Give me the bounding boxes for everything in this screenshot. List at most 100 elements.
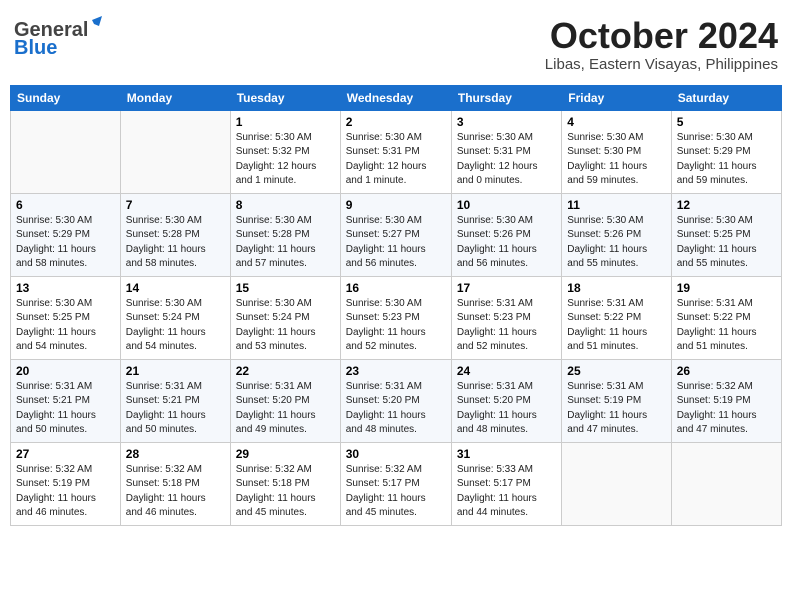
day-info: Sunrise: 5:30 AM Sunset: 5:27 PM Dayligh… bbox=[346, 214, 446, 272]
day-info: Sunrise: 5:30 AM Sunset: 5:28 PM Dayligh… bbox=[236, 214, 335, 272]
day-number: 12 bbox=[677, 198, 776, 212]
day-info: Sunrise: 5:31 AM Sunset: 5:21 PM Dayligh… bbox=[16, 380, 115, 438]
day-number: 29 bbox=[236, 447, 335, 461]
calendar-cell: 17 Sunrise: 5:31 AM Sunset: 5:23 PM Dayli… bbox=[451, 276, 561, 359]
calendar-header: Sunday Monday Tuesday Wednesday Thursday… bbox=[11, 85, 782, 110]
day-info: Sunrise: 5:33 AM Sunset: 5:17 PM Dayligh… bbox=[457, 463, 556, 521]
calendar-week-2: 6Sunrise: 5:30 AM Sunset: 5:29 PM Daylig… bbox=[11, 193, 782, 276]
calendar-cell: 18Sunrise: 5:31 AM Sunset: 5:22 PM Dayli… bbox=[562, 276, 671, 359]
calendar-cell: 3 Sunrise: 5:30 AM Sunset: 5:31 PM Daylig… bbox=[451, 110, 561, 193]
calendar-cell: 10 Sunrise: 5:30 AM Sunset: 5:26 PM Dayli… bbox=[451, 193, 561, 276]
day-number: 27 bbox=[16, 447, 115, 461]
calendar-cell: 5 Sunrise: 5:30 AM Sunset: 5:29 PM Daylig… bbox=[671, 110, 781, 193]
day-info: Sunrise: 5:31 AM Sunset: 5:21 PM Dayligh… bbox=[126, 380, 225, 438]
day-number: 31 bbox=[457, 447, 556, 461]
calendar-cell: 29 Sunrise: 5:32 AM Sunset: 5:18 PM Dayli… bbox=[230, 442, 340, 525]
day-number: 7 bbox=[126, 198, 225, 212]
calendar-cell: 20Sunrise: 5:31 AM Sunset: 5:21 PM Dayli… bbox=[11, 359, 121, 442]
day-info: Sunrise: 5:30 AM Sunset: 5:25 PM Dayligh… bbox=[16, 297, 115, 355]
day-info: Sunrise: 5:32 AM Sunset: 5:17 PM Dayligh… bbox=[346, 463, 446, 521]
calendar-week-4: 20Sunrise: 5:31 AM Sunset: 5:21 PM Dayli… bbox=[11, 359, 782, 442]
calendar-cell: 7Sunrise: 5:30 AM Sunset: 5:28 PM Daylig… bbox=[120, 193, 230, 276]
day-info: Sunrise: 5:30 AM Sunset: 5:25 PM Dayligh… bbox=[677, 214, 776, 272]
calendar-cell: 11Sunrise: 5:30 AM Sunset: 5:26 PM Dayli… bbox=[562, 193, 671, 276]
day-info: Sunrise: 5:32 AM Sunset: 5:18 PM Dayligh… bbox=[236, 463, 335, 521]
day-info: Sunrise: 5:30 AM Sunset: 5:24 PM Dayligh… bbox=[236, 297, 335, 355]
col-saturday: Saturday bbox=[671, 85, 781, 110]
calendar-cell: 31 Sunrise: 5:33 AM Sunset: 5:17 PM Dayli… bbox=[451, 442, 561, 525]
calendar-cell: 27 Sunrise: 5:32 AM Sunset: 5:19 PM Dayli… bbox=[11, 442, 121, 525]
calendar-body: 1Sunrise: 5:30 AM Sunset: 5:32 PM Daylig… bbox=[11, 110, 782, 525]
day-number: 30 bbox=[346, 447, 446, 461]
day-number: 15 bbox=[236, 281, 335, 295]
day-number: 28 bbox=[126, 447, 225, 461]
calendar-table: Sunday Monday Tuesday Wednesday Thursday… bbox=[10, 85, 782, 526]
day-number: 26 bbox=[677, 364, 776, 378]
day-number: 2 bbox=[346, 115, 446, 129]
day-number: 22 bbox=[236, 364, 335, 378]
location-title: Libas, Eastern Visayas, Philippines bbox=[545, 56, 778, 73]
calendar-cell: 12 Sunrise: 5:30 AM Sunset: 5:25 PM Dayli… bbox=[671, 193, 781, 276]
day-number: 17 bbox=[457, 281, 556, 295]
day-number: 16 bbox=[346, 281, 446, 295]
day-info: Sunrise: 5:32 AM Sunset: 5:19 PM Dayligh… bbox=[16, 463, 115, 521]
day-info: Sunrise: 5:31 AM Sunset: 5:20 PM Dayligh… bbox=[457, 380, 556, 438]
day-info: Sunrise: 5:31 AM Sunset: 5:19 PM Dayligh… bbox=[567, 380, 665, 438]
logo: GeneralBlue bbox=[14, 16, 104, 60]
col-friday: Friday bbox=[562, 85, 671, 110]
day-info: Sunrise: 5:30 AM Sunset: 5:24 PM Dayligh… bbox=[126, 297, 225, 355]
calendar-cell: 30 Sunrise: 5:32 AM Sunset: 5:17 PM Dayli… bbox=[340, 442, 451, 525]
calendar-cell: 24 Sunrise: 5:31 AM Sunset: 5:20 PM Dayli… bbox=[451, 359, 561, 442]
day-info: Sunrise: 5:31 AM Sunset: 5:22 PM Dayligh… bbox=[677, 297, 776, 355]
calendar-cell bbox=[120, 110, 230, 193]
calendar-cell: 1Sunrise: 5:30 AM Sunset: 5:32 PM Daylig… bbox=[230, 110, 340, 193]
col-sunday: Sunday bbox=[11, 85, 121, 110]
calendar-cell: 6Sunrise: 5:30 AM Sunset: 5:29 PM Daylig… bbox=[11, 193, 121, 276]
page-header: GeneralBlue October 2024 Libas, Eastern … bbox=[10, 10, 782, 79]
calendar-cell: 25 Sunrise: 5:31 AM Sunset: 5:19 PM Dayli… bbox=[562, 359, 671, 442]
day-info: Sunrise: 5:30 AM Sunset: 5:29 PM Dayligh… bbox=[677, 131, 776, 189]
day-number: 3 bbox=[457, 115, 556, 129]
day-number: 21 bbox=[126, 364, 225, 378]
day-number: 24 bbox=[457, 364, 556, 378]
calendar-cell: 22Sunrise: 5:31 AM Sunset: 5:20 PM Dayli… bbox=[230, 359, 340, 442]
calendar-cell: 8 Sunrise: 5:30 AM Sunset: 5:28 PM Daylig… bbox=[230, 193, 340, 276]
svg-text:Blue: Blue bbox=[14, 37, 57, 59]
day-info: Sunrise: 5:31 AM Sunset: 5:20 PM Dayligh… bbox=[346, 380, 446, 438]
day-number: 19 bbox=[677, 281, 776, 295]
col-tuesday: Tuesday bbox=[230, 85, 340, 110]
day-number: 5 bbox=[677, 115, 776, 129]
calendar-cell: 13 Sunrise: 5:30 AM Sunset: 5:25 PM Dayli… bbox=[11, 276, 121, 359]
calendar-week-5: 27 Sunrise: 5:32 AM Sunset: 5:19 PM Dayli… bbox=[11, 442, 782, 525]
day-info: Sunrise: 5:30 AM Sunset: 5:23 PM Dayligh… bbox=[346, 297, 446, 355]
day-number: 14 bbox=[126, 281, 225, 295]
day-number: 13 bbox=[16, 281, 115, 295]
day-number: 4 bbox=[567, 115, 665, 129]
calendar-week-3: 13 Sunrise: 5:30 AM Sunset: 5:25 PM Dayli… bbox=[11, 276, 782, 359]
calendar-cell: 2 Sunrise: 5:30 AM Sunset: 5:31 PM Daylig… bbox=[340, 110, 451, 193]
header-row: Sunday Monday Tuesday Wednesday Thursday… bbox=[11, 85, 782, 110]
day-number: 10 bbox=[457, 198, 556, 212]
day-info: Sunrise: 5:31 AM Sunset: 5:23 PM Dayligh… bbox=[457, 297, 556, 355]
calendar-cell: 9Sunrise: 5:30 AM Sunset: 5:27 PM Daylig… bbox=[340, 193, 451, 276]
col-wednesday: Wednesday bbox=[340, 85, 451, 110]
calendar-cell: 4Sunrise: 5:30 AM Sunset: 5:30 PM Daylig… bbox=[562, 110, 671, 193]
day-info: Sunrise: 5:30 AM Sunset: 5:29 PM Dayligh… bbox=[16, 214, 115, 272]
col-thursday: Thursday bbox=[451, 85, 561, 110]
day-info: Sunrise: 5:30 AM Sunset: 5:32 PM Dayligh… bbox=[236, 131, 335, 189]
day-number: 25 bbox=[567, 364, 665, 378]
calendar-cell bbox=[11, 110, 121, 193]
calendar-cell: 21 Sunrise: 5:31 AM Sunset: 5:21 PM Dayli… bbox=[120, 359, 230, 442]
calendar-cell: 23Sunrise: 5:31 AM Sunset: 5:20 PM Dayli… bbox=[340, 359, 451, 442]
day-info: Sunrise: 5:30 AM Sunset: 5:31 PM Dayligh… bbox=[346, 131, 446, 189]
day-number: 8 bbox=[236, 198, 335, 212]
calendar-cell: 28 Sunrise: 5:32 AM Sunset: 5:18 PM Dayli… bbox=[120, 442, 230, 525]
day-info: Sunrise: 5:30 AM Sunset: 5:31 PM Dayligh… bbox=[457, 131, 556, 189]
day-info: Sunrise: 5:30 AM Sunset: 5:26 PM Dayligh… bbox=[457, 214, 556, 272]
month-title: October 2024 bbox=[545, 16, 778, 56]
calendar-cell: 19 Sunrise: 5:31 AM Sunset: 5:22 PM Dayli… bbox=[671, 276, 781, 359]
calendar-cell bbox=[562, 442, 671, 525]
day-info: Sunrise: 5:32 AM Sunset: 5:18 PM Dayligh… bbox=[126, 463, 225, 521]
day-info: Sunrise: 5:30 AM Sunset: 5:26 PM Dayligh… bbox=[567, 214, 665, 272]
logo-svg: GeneralBlue bbox=[14, 16, 104, 60]
